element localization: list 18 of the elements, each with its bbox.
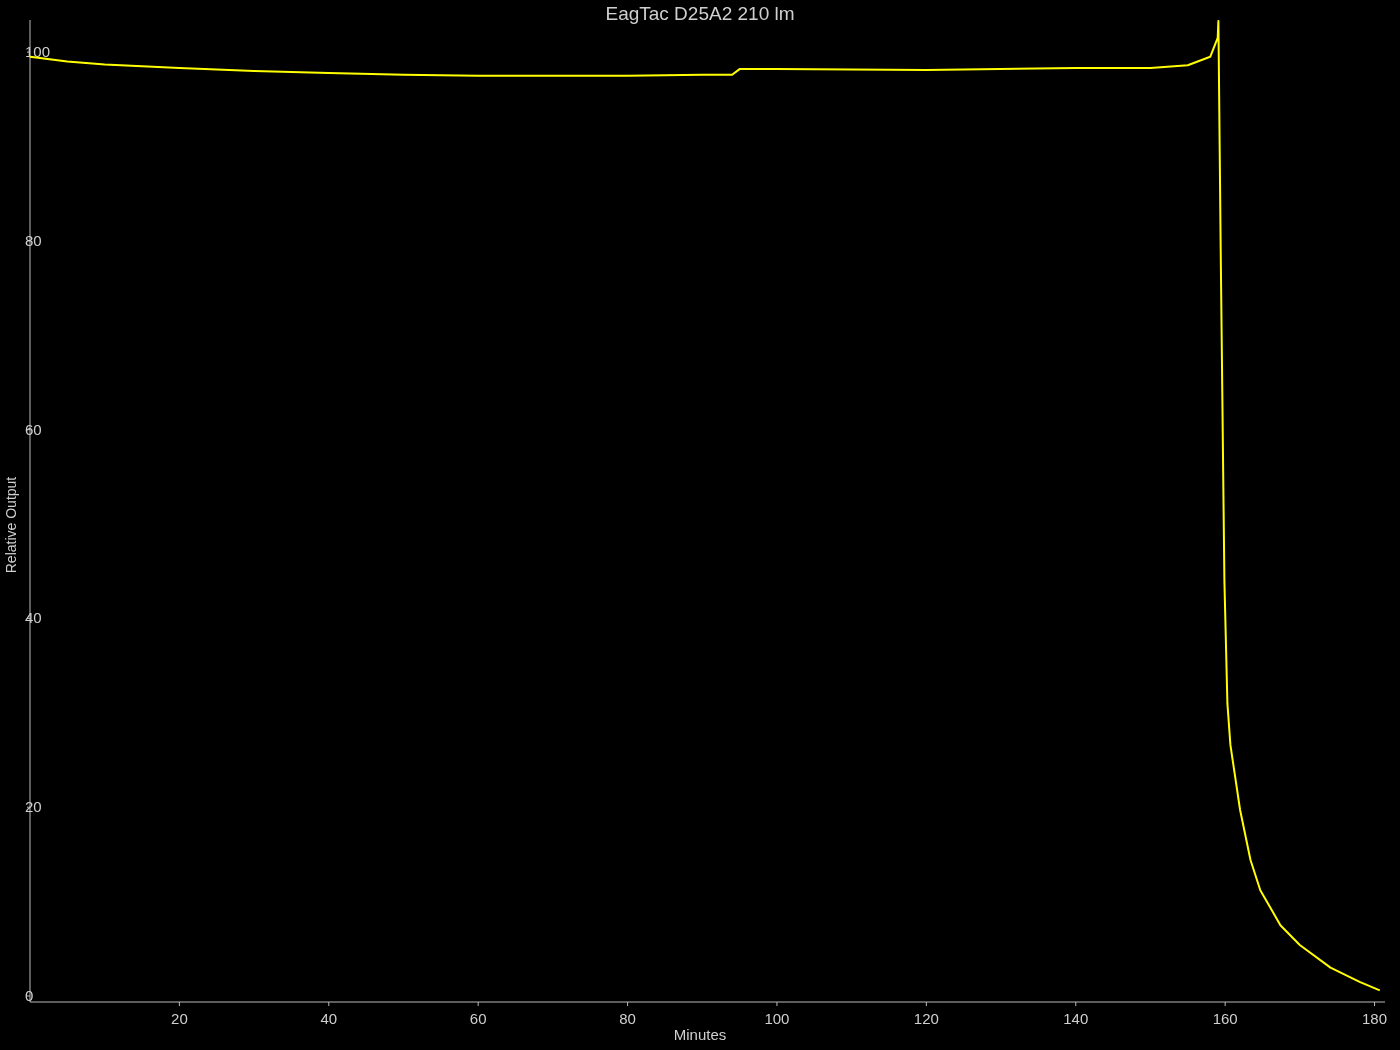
- x-tick-label: 60: [469, 1010, 487, 1027]
- x-tick-label: 120: [913, 1010, 939, 1027]
- x-tick-label: 100: [764, 1010, 790, 1027]
- y-tick-label: 20: [25, 798, 42, 816]
- y-axis-label: Relative Output: [3, 476, 19, 574]
- x-axis-label: Minutes: [673, 1026, 727, 1043]
- x-tick-label: 40: [320, 1010, 338, 1027]
- y-tick-label: 40: [25, 609, 42, 627]
- x-tick-label: 20: [171, 1010, 188, 1027]
- x-tick-label: 140: [1063, 1010, 1089, 1027]
- y-tick-label: 0: [25, 986, 34, 1004]
- y-tick-label: 80: [25, 231, 42, 249]
- x-tick-label: 80: [619, 1010, 636, 1027]
- y-tick-label: 60: [25, 420, 42, 438]
- y-tick-label: 100: [25, 43, 51, 61]
- x-tick-label: 160: [1212, 1010, 1238, 1027]
- chart-title: EagTac D25A2 210 lm: [605, 3, 795, 24]
- x-tick-label: 180: [1362, 1010, 1388, 1027]
